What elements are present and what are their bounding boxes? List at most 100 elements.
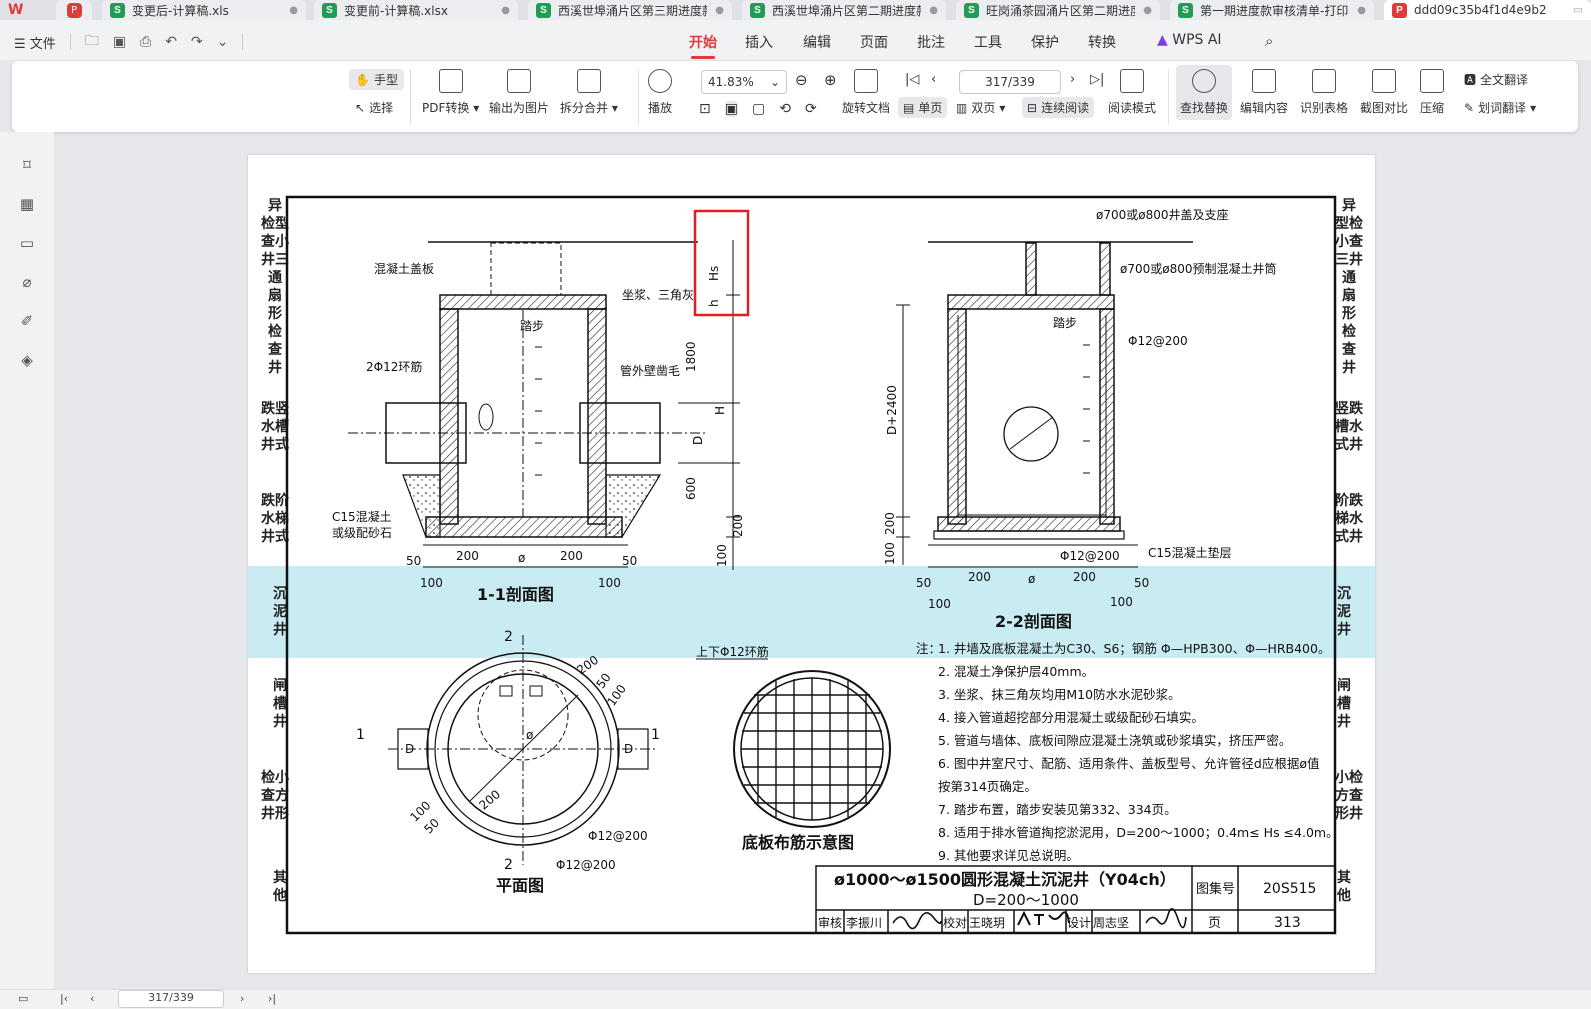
file-menu[interactable]: ☰ 文件 [14,33,56,52]
print-icon[interactable]: ⎙ [140,34,151,50]
hand-icon: ✋ [355,72,370,87]
dim-bottom22b-1: 100 [1110,595,1133,609]
word-translate-button[interactable]: ✎ 划词翻译 ▾ [1464,99,1536,116]
monitor-icon[interactable]: ▭ [1574,5,1583,16]
wps-ai-button[interactable]: ▲ WPS AI [1157,32,1222,48]
compress-button[interactable]: 压缩 [1420,69,1444,116]
tab-3[interactable]: S西溪世埠涌片区第二期进度款计● [742,0,946,20]
pdf-home-tab[interactable]: P [56,0,92,20]
tb-reviewer: 李振川 [846,915,882,930]
tb-design: 设计 [1067,916,1091,930]
zoom-in-icon[interactable]: ⊕ [824,71,837,89]
layers-icon[interactable]: ◈ [18,351,36,369]
tab-2[interactable]: S 西溪世埠涌片区第三期进度款 ● [528,0,732,20]
divider [242,34,244,50]
zoom-select[interactable]: 41.83% ⌄ [701,70,787,94]
undo-icon[interactable]: ↶ [165,34,177,50]
close-icon[interactable]: ● [289,5,298,16]
split-merge-button[interactable]: 拆分合并 ▾ [560,69,618,116]
fit-width-icon[interactable]: ▢ [752,101,765,117]
hand-tool-button[interactable]: ✋ 手型 [349,69,404,90]
section-2-2 [896,241,1193,568]
rotate-doc-button[interactable]: 旋转文档 [842,69,890,116]
bookmark-icon[interactable]: ⌑ [18,156,36,174]
close-icon[interactable]: ● [929,5,938,16]
last-page-icon[interactable]: ▷| [1090,72,1104,87]
edit-content-button[interactable]: 编辑内容 [1240,69,1288,116]
tab-start[interactable]: 开始 [689,32,717,59]
first-page-icon[interactable]: |‹ [60,992,68,1005]
single-page-button[interactable]: ▤ 单页 [898,97,948,118]
attachment-icon[interactable]: ⌀ [18,273,36,291]
tab-insert[interactable]: 插入 [745,32,773,52]
actual-size-icon[interactable]: ⊡ [699,101,711,117]
chevron-down-icon[interactable]: ⌄ [217,34,229,50]
find-replace-button[interactable]: 查找替换 [1176,65,1233,120]
spreadsheet-icon: S [322,2,337,18]
plan-phi: ø [526,728,533,742]
close-icon[interactable]: ● [1357,5,1366,16]
tab-4[interactable]: S旺岗涌茶园涌片区第二期进度款● [956,0,1160,20]
table-icon [1312,69,1336,93]
close-icon[interactable]: ● [501,5,510,16]
tab-0[interactable]: S 变更后-计算稿.xls ● [102,0,306,20]
single-page-icon: ▤ [903,100,915,115]
thumbnail-icon[interactable]: ▦ [18,195,36,213]
open-folder-icon[interactable]: 🗀 [85,30,99,54]
sidebar-toggle-icon[interactable]: ▭ [18,992,28,1005]
note-3: 3. 坐浆、抹三角灰均用M10防水水泥砂浆。 [938,687,1181,702]
tab-annotate[interactable]: 批注 [917,32,945,52]
recognize-table-button[interactable]: 识别表格 [1300,69,1348,116]
dim-200b: 200 [883,512,897,535]
export-image-button[interactable]: 输出为图片 [489,69,549,116]
tab-5[interactable]: S 第一期进度款审核清单-打印. ● [1170,0,1374,20]
status-page-input[interactable]: 317/339 [118,990,224,1008]
comment-icon[interactable]: ▭ [18,234,36,252]
search-icon[interactable]: ⌕ [1265,32,1273,50]
note-9: 9. 其他要求详见总说明。 [938,848,1079,863]
fit-page-icon[interactable]: ▣ [724,101,738,117]
rotate-right-icon[interactable]: ⟳ [805,101,817,117]
rotate-left-icon[interactable]: ⟲ [779,101,791,117]
next-page-icon[interactable]: › [1070,72,1075,87]
tab-edit[interactable]: 编辑 [803,32,831,52]
dim-bottom22-4: 50 [1134,576,1149,590]
play-button[interactable]: 播放 [648,69,672,116]
double-page-button[interactable]: ▥ 双页 ▾ [956,99,1005,116]
tab-6[interactable]: Pddd09c35b4f1d4e9b2 ▭ [1384,0,1591,20]
compress-icon [1420,69,1444,93]
pdf-convert-button[interactable]: PDF转换 ▾ [422,69,479,116]
label-c15-right: C15混凝土垫层 [1148,545,1232,560]
wps-logo-icon[interactable]: W [8,0,52,20]
status-bar: ▭ |‹ ‹ 317/339 › ›| [0,989,1591,1009]
plan-sec2-top: 2 [504,629,513,645]
redo-icon[interactable]: ↷ [191,34,203,50]
dim-1800: 1800 [684,341,698,372]
zoom-out-icon[interactable]: ⊖ [795,71,808,89]
select-tool-button[interactable]: ↖ 选择 [355,99,393,116]
signature-icon[interactable]: ✐ [18,312,36,330]
tab-1[interactable]: S 变更前-计算稿.xlsx ● [314,0,518,20]
tab-convert[interactable]: 转换 [1088,32,1116,52]
page-number-input[interactable]: 317/339 [959,70,1061,94]
prev-page-icon[interactable]: ‹ [90,992,94,1005]
tab-page[interactable]: 页面 [860,32,888,52]
last-page-icon[interactable]: ›| [268,992,276,1005]
prev-page-icon[interactable]: ‹ [931,72,936,87]
continuous-read-button[interactable]: ⊟ 连续阅读 [1022,97,1095,118]
first-page-icon[interactable]: |◁ [905,72,919,87]
screenshot-compare-button[interactable]: 截图对比 [1360,69,1408,116]
quick-access: ☰ 文件 🗀 ▣ ⎙ ↶ ↷ ⌄ [14,30,244,54]
dim-bottom22-3: 200 [1073,570,1096,584]
next-page-icon[interactable]: › [240,992,244,1005]
tab-protect[interactable]: 保护 [1031,32,1059,52]
dim-bottom-3: 200 [560,549,583,563]
save-icon[interactable]: ▣ [113,34,126,50]
read-mode-button[interactable]: 阅读模式 [1108,69,1156,116]
close-icon[interactable]: ● [1143,5,1152,16]
dim-bottom22-1: 200 [968,570,991,584]
full-translate-button[interactable]: 🅰 全文翻译 [1464,71,1528,88]
translate-icon: 🅰 [1464,73,1477,87]
tab-tools[interactable]: 工具 [974,32,1002,52]
close-icon[interactable]: ● [715,5,724,16]
